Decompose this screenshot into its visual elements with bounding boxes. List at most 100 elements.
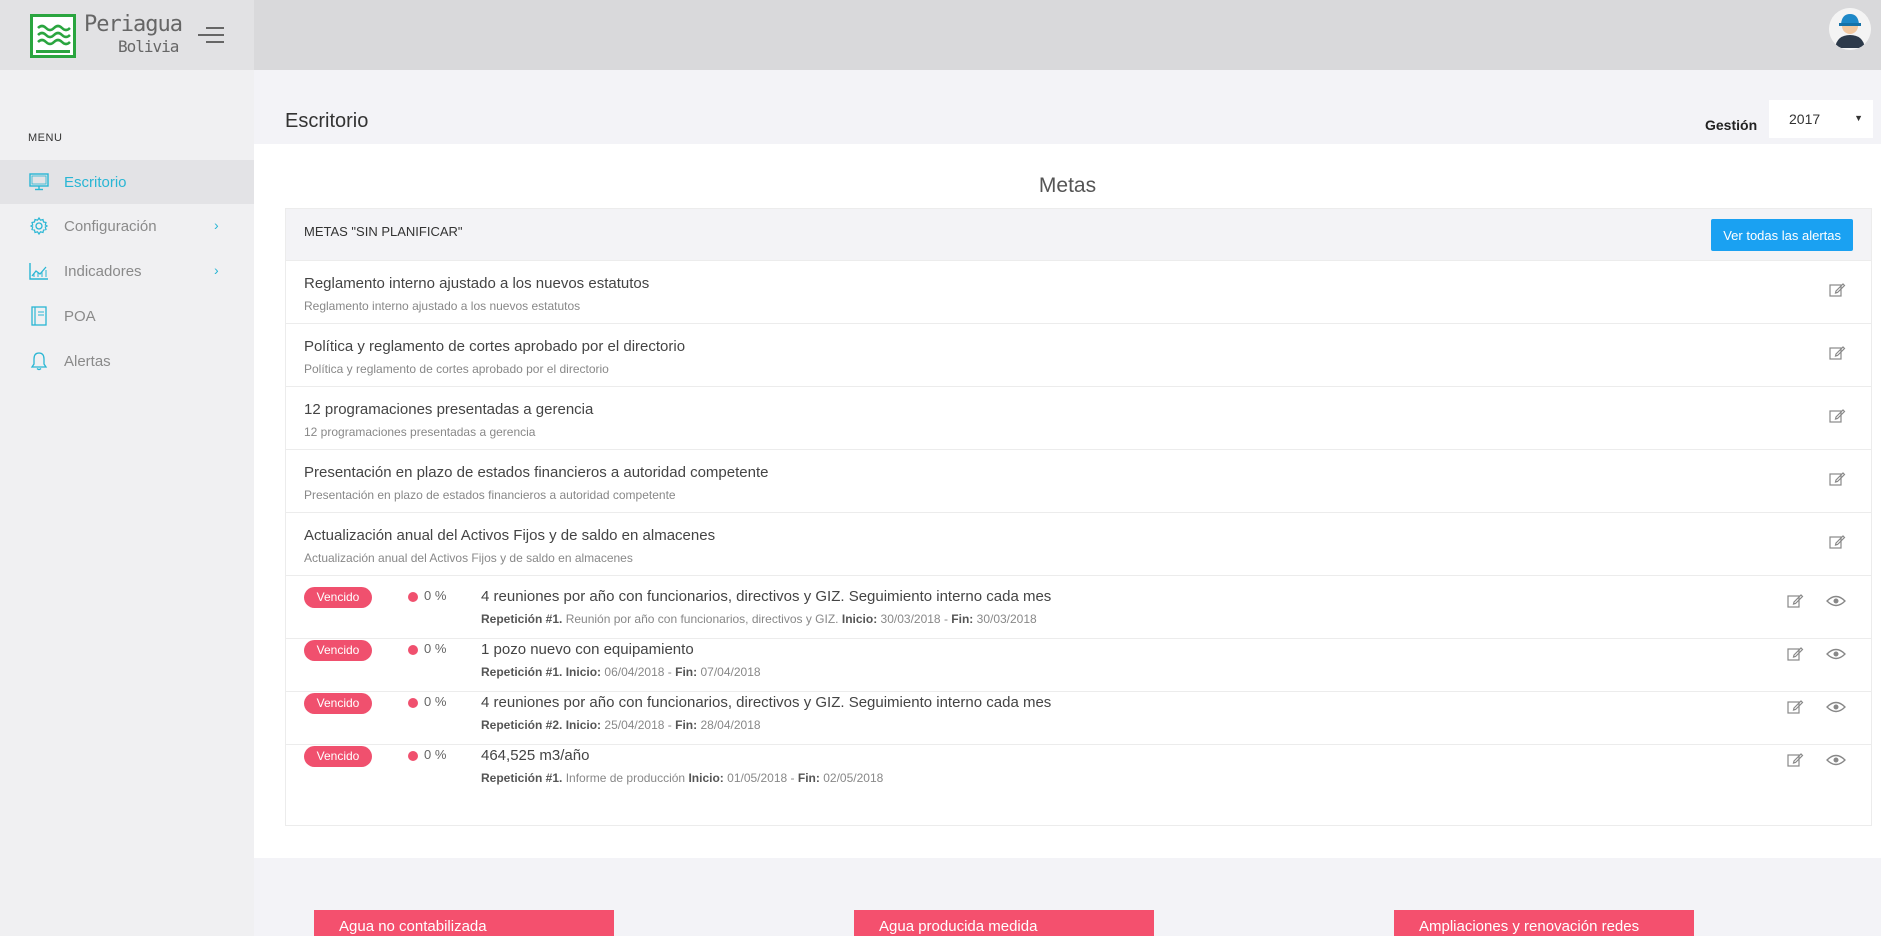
item-detail: Repetición #2. Inicio: 25/04/2018 - Fin:…: [481, 718, 761, 732]
view-all-alerts-button[interactable]: Ver todas las alertas: [1711, 219, 1853, 251]
end-date: 02/05/2018: [823, 771, 884, 785]
status-badge: Vencido: [304, 693, 372, 714]
indicator-cards: Agua no contabilizada Agua producida med…: [254, 910, 1881, 936]
eye-icon[interactable]: [1826, 752, 1846, 768]
status-badge: Vencido: [304, 587, 372, 608]
progress-percent: 0 %: [424, 641, 447, 656]
user-avatar[interactable]: [1829, 8, 1871, 50]
caret-down-icon: ▼: [1854, 113, 1863, 123]
item-title: Reglamento interno ajustado a los nuevos…: [304, 275, 650, 292]
edit-icon[interactable]: [1828, 344, 1846, 362]
end-date: 07/04/2018: [700, 665, 761, 679]
chart-icon: [28, 260, 50, 282]
eye-icon[interactable]: [1826, 646, 1846, 662]
status-badge: Vencido: [304, 640, 372, 661]
end-date: 28/04/2018: [700, 718, 761, 732]
brand-country: Bolivia: [118, 37, 179, 56]
item-title: 1 pozo nuevo con equipamiento: [481, 641, 694, 658]
menu-toggle-icon[interactable]: [198, 26, 226, 44]
sidebar-item-escritorio[interactable]: Escritorio: [0, 160, 254, 204]
item-detail: Repetición #1. Inicio: 06/04/2018 - Fin:…: [481, 665, 761, 679]
indicator-card[interactable]: Agua no contabilizada: [314, 910, 614, 936]
sidebar-item-indicadores[interactable]: Indicadores ›: [0, 249, 254, 293]
metas-box: METAS "SIN PLANIFICAR" Ver todas las ale…: [285, 208, 1872, 826]
status-dot: [408, 592, 418, 602]
status-dot: [408, 645, 418, 655]
eye-icon[interactable]: [1826, 593, 1846, 609]
gestion-select[interactable]: 2017 ▼: [1769, 100, 1873, 138]
panel-title: Metas: [1038, 174, 1097, 197]
edit-icon[interactable]: [1828, 533, 1846, 551]
list-item: Presentación en plazo de estados financi…: [286, 450, 1871, 513]
box-header: METAS "SIN PLANIFICAR" Ver todas las ale…: [286, 209, 1871, 261]
edit-icon[interactable]: [1828, 407, 1846, 425]
sidebar-item-configuracion[interactable]: Configuración ›: [0, 204, 254, 248]
menu-title: MENU: [28, 132, 63, 144]
sidebar: MENU Escritorio Configuración › Indicado…: [0, 70, 254, 936]
main-content: Escritorio Gestión 2017 ▼ Metas METAS "S…: [254, 70, 1881, 936]
repetition-label: Repetición #1.: [481, 665, 563, 679]
edit-icon[interactable]: [1786, 592, 1804, 610]
date-separator: -: [790, 771, 795, 785]
edit-icon[interactable]: [1828, 281, 1846, 299]
sidebar-item-poa[interactable]: POA: [0, 294, 254, 338]
start-label: Inicio:: [565, 718, 602, 732]
eye-icon[interactable]: [1826, 699, 1846, 715]
item-subtitle: Actualización anual del Activos Fijos y …: [304, 551, 633, 565]
end-date: 30/03/2018: [976, 612, 1037, 626]
item-subtitle: Política y reglamento de cortes aprobado…: [304, 362, 609, 376]
repetition-text: Reunión por año con funcionarios, direct…: [565, 612, 839, 626]
periagua-logo-icon: [30, 14, 76, 58]
brand-area: Periagua Bolivia: [0, 0, 254, 70]
brand-name: Periagua: [84, 12, 183, 37]
repetition-label: Repetición #1.: [481, 612, 563, 626]
item-subtitle: Presentación en plazo de estados financi…: [304, 488, 676, 502]
sidebar-item-alertas[interactable]: Alertas: [0, 339, 254, 383]
list-item: 12 programaciones presentadas a gerencia…: [286, 387, 1871, 450]
bell-icon: [28, 350, 50, 372]
item-title: 12 programaciones presentadas a gerencia: [304, 401, 594, 418]
list-item: Reglamento interno ajustado a los nuevos…: [286, 261, 1871, 324]
top-bar: Periagua Bolivia: [0, 0, 1881, 70]
item-detail: Repetición #1. Reunión por año con funci…: [481, 612, 1037, 626]
edit-icon[interactable]: [1828, 470, 1846, 488]
chevron-right-icon: ›: [214, 262, 219, 278]
start-label: Inicio:: [688, 771, 724, 785]
item-title: 4 reuniones por año con funcionarios, di…: [481, 694, 1052, 711]
item-detail: Repetición #1. Informe de producción Ini…: [481, 771, 883, 785]
table-row: Vencido 0 % 464,525 m3/año Repetición #1…: [286, 735, 1871, 798]
item-title: Actualización anual del Activos Fijos y …: [304, 527, 716, 544]
start-date: 06/04/2018: [604, 665, 665, 679]
status-dot: [408, 751, 418, 761]
end-label: Fin:: [797, 771, 820, 785]
sidebar-item-label: Configuración: [64, 217, 157, 235]
edit-icon[interactable]: [1786, 751, 1804, 769]
progress-percent: 0 %: [424, 588, 447, 603]
sidebar-item-label: POA: [64, 307, 96, 325]
start-label: Inicio:: [841, 612, 878, 626]
item-title: Presentación en plazo de estados financi…: [304, 464, 769, 481]
book-icon: [28, 305, 50, 327]
item-subtitle: Reglamento interno ajustado a los nuevos…: [304, 299, 581, 313]
progress-percent: 0 %: [424, 694, 447, 709]
item-title: 464,525 m3/año: [481, 747, 590, 764]
end-label: Fin:: [675, 665, 698, 679]
indicator-card[interactable]: Agua producida medida: [854, 910, 1154, 936]
repetition-text: Informe de producción: [565, 771, 686, 785]
box-header-title: METAS "SIN PLANIFICAR": [304, 224, 463, 239]
start-date: 30/03/2018: [880, 612, 941, 626]
list-item: Política y reglamento de cortes aprobado…: [286, 324, 1871, 387]
list-item: Actualización anual del Activos Fijos y …: [286, 513, 1871, 576]
repetition-label: Repetición #2.: [481, 718, 563, 732]
edit-icon[interactable]: [1786, 645, 1804, 663]
end-label: Fin:: [951, 612, 974, 626]
sidebar-item-label: Alertas: [64, 352, 111, 370]
item-title: Política y reglamento de cortes aprobado…: [304, 338, 686, 355]
gear-icon: [28, 215, 50, 237]
start-label: Inicio:: [565, 665, 602, 679]
status-dot: [408, 698, 418, 708]
date-separator: -: [667, 665, 672, 679]
edit-icon[interactable]: [1786, 698, 1804, 716]
date-separator: -: [943, 612, 948, 626]
indicator-card[interactable]: Ampliaciones y renovación redes: [1394, 910, 1694, 936]
